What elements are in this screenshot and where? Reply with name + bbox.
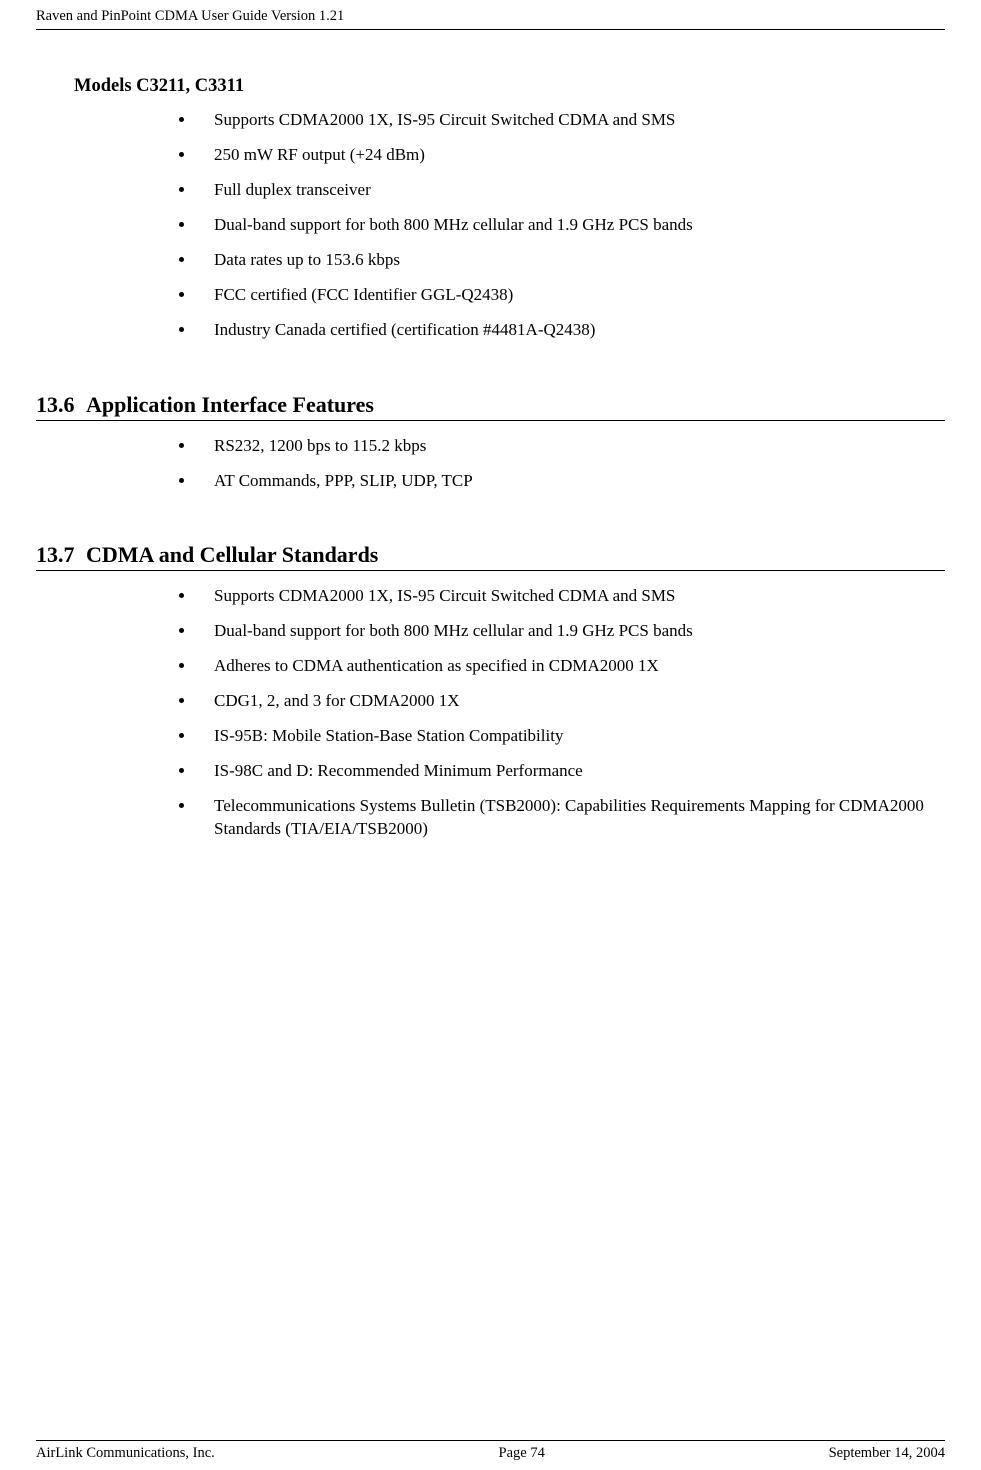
footer-company: AirLink Communications, Inc.: [36, 1445, 215, 1462]
models-heading: Models C3211, C3311: [74, 76, 945, 97]
list-item: IS-95B: Mobile Station-Base Station Comp…: [196, 725, 945, 748]
section-title: CDMA and Cellular Standards: [86, 542, 378, 567]
list-item: Adheres to CDMA authentication as specif…: [196, 655, 945, 678]
list-item: FCC certified (FCC Identifier GGL-Q2438): [196, 284, 945, 307]
list-item: Data rates up to 153.6 kbps: [196, 249, 945, 272]
page-footer: AirLink Communications, Inc. Page 74 Sep…: [36, 1440, 945, 1462]
section-number: 13.6: [36, 392, 75, 417]
section-title: Application Interface Features: [86, 392, 374, 417]
footer-page: Page 74: [499, 1445, 545, 1462]
footer-date: September 14, 2004: [829, 1445, 945, 1462]
section-13-7-heading: 13.7 CDMA and Cellular Standards: [36, 542, 945, 571]
list-item: Dual-band support for both 800 MHz cellu…: [196, 620, 945, 643]
section-13-6-list: RS232, 1200 bps to 115.2 kbps AT Command…: [76, 435, 945, 493]
list-item: Telecommunications Systems Bulletin (TSB…: [196, 795, 945, 841]
list-item: Industry Canada certified (certification…: [196, 319, 945, 342]
header-title: Raven and PinPoint CDMA User Guide Versi…: [36, 8, 344, 24]
list-item: Supports CDMA2000 1X, IS-95 Circuit Swit…: [196, 585, 945, 608]
list-item: Dual-band support for both 800 MHz cellu…: [196, 214, 945, 237]
list-item: Supports CDMA2000 1X, IS-95 Circuit Swit…: [196, 109, 945, 132]
list-item: Full duplex transceiver: [196, 179, 945, 202]
section-13-7-list: Supports CDMA2000 1X, IS-95 Circuit Swit…: [76, 585, 945, 841]
list-item: CDG1, 2, and 3 for CDMA2000 1X: [196, 690, 945, 713]
list-item: RS232, 1200 bps to 115.2 kbps: [196, 435, 945, 458]
section-number: 13.7: [36, 542, 75, 567]
list-item: AT Commands, PPP, SLIP, UDP, TCP: [196, 470, 945, 493]
section-13-6-heading: 13.6 Application Interface Features: [36, 392, 945, 421]
models-list: Supports CDMA2000 1X, IS-95 Circuit Swit…: [76, 109, 945, 342]
list-item: 250 mW RF output (+24 dBm): [196, 144, 945, 167]
page-header: Raven and PinPoint CDMA User Guide Versi…: [36, 0, 945, 30]
list-item: IS-98C and D: Recommended Minimum Perfor…: [196, 760, 945, 783]
